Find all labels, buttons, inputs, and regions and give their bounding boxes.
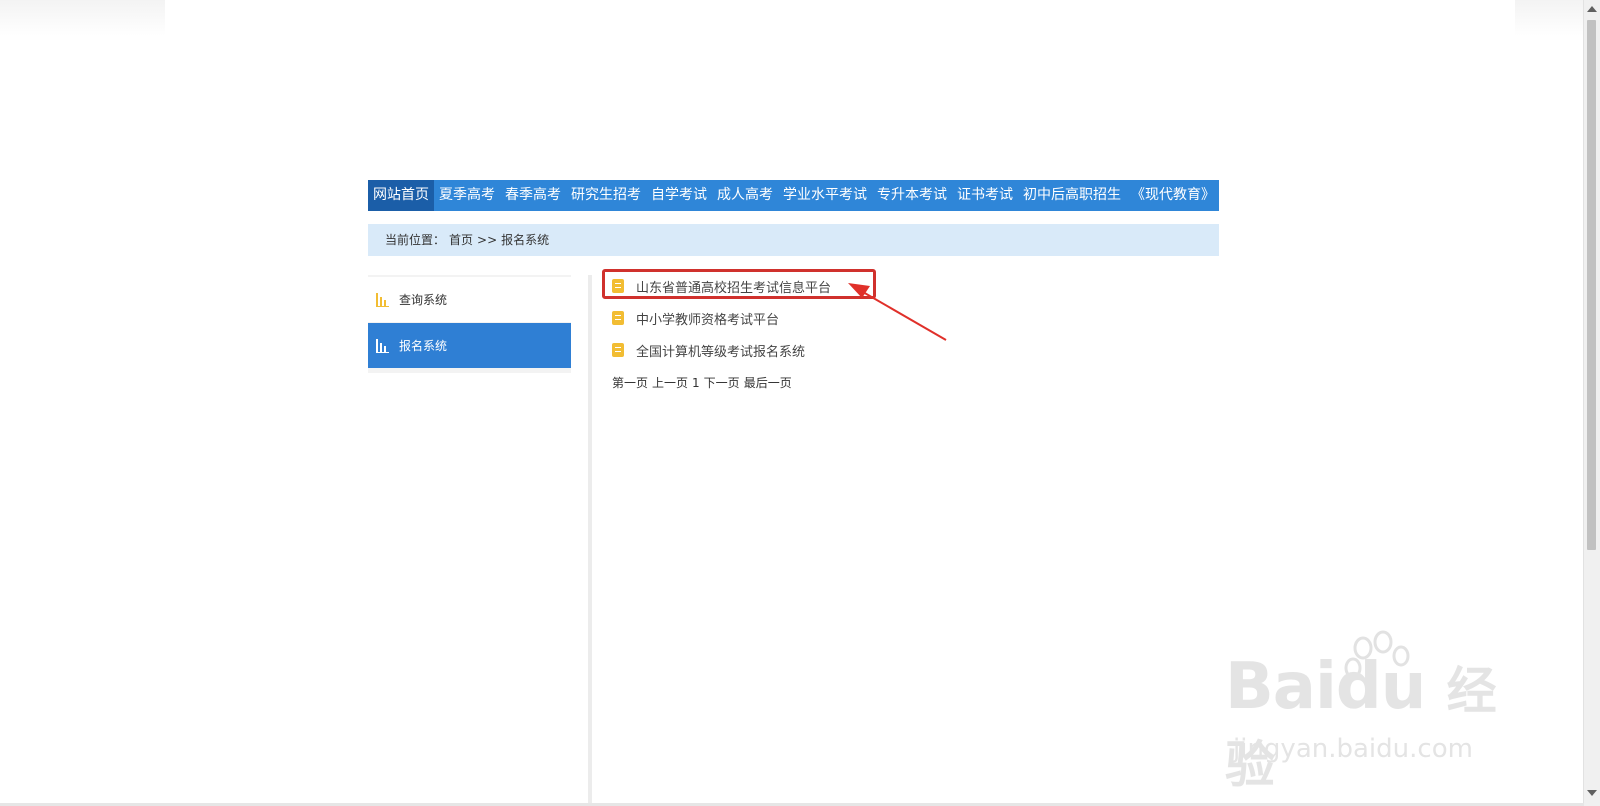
breadcrumb: 当前位置： 首页 >> 报名系统 — [368, 224, 1219, 256]
breadcrumb-current: 报名系统 — [501, 233, 550, 247]
list-item-label: 全国计算机等级考试报名系统 — [636, 344, 806, 360]
sidebar-item-label: 报名系统 — [399, 339, 448, 353]
breadcrumb-home-link[interactable]: 首页 — [449, 233, 473, 247]
pager-last[interactable]: 最后一页 — [744, 373, 792, 393]
baidu-watermark: Baidu 经验 jingyan.baidu.com — [1225, 630, 1525, 794]
pager: 第一页 上一页 1 下一页 最后一页 — [612, 373, 792, 393]
annotation-arrow-icon — [848, 283, 947, 341]
top-band-inner — [165, 0, 1515, 36]
sidebar-item-query-system[interactable]: 查询系统 — [368, 277, 571, 322]
nav-item-self-study-exam[interactable]: 自学考试 — [646, 180, 712, 211]
pager-first[interactable]: 第一页 — [612, 373, 648, 393]
bar-chart-icon — [376, 292, 390, 307]
nav-item-adult-exam[interactable]: 成人高考 — [712, 180, 778, 211]
nav-item-upgrade-exam[interactable]: 专升本考试 — [872, 180, 952, 211]
scroll-up-arrow-icon[interactable] — [1587, 6, 1597, 12]
column-divider — [588, 275, 592, 806]
nav-item-graduate-exam[interactable]: 研究生招考 — [566, 180, 646, 211]
pager-next[interactable]: 下一页 — [704, 373, 740, 393]
main-nav: 网站首页 夏季高考 春季高考 研究生招考 自学考试 成人高考 学业水平考试 专升… — [368, 180, 1219, 211]
pager-current: 1 — [692, 376, 700, 390]
vertical-scrollbar[interactable] — [1583, 0, 1600, 806]
baidu-logo-text: Baidu 经验 — [1225, 650, 1497, 794]
sidebar-item-label: 查询系统 — [399, 293, 448, 307]
baidu-url-text: jingyan.baidu.com — [1233, 734, 1473, 764]
sidebar-item-registration-system[interactable]: 报名系统 — [368, 323, 571, 368]
nav-item-summer-exam[interactable]: 夏季高考 — [434, 180, 500, 211]
breadcrumb-prefix: 当前位置： — [385, 233, 446, 247]
nav-item-proficiency-exam[interactable]: 学业水平考试 — [778, 180, 872, 211]
bar-chart-icon — [376, 338, 390, 353]
highlight-box — [602, 269, 876, 299]
breadcrumb-separator: >> — [477, 233, 498, 247]
nav-item-spring-exam[interactable]: 春季高考 — [500, 180, 566, 211]
nav-item-vocational-enrollment[interactable]: 初中后高职招生 — [1018, 180, 1126, 211]
document-icon — [612, 311, 624, 325]
scroll-down-arrow-icon[interactable] — [1587, 790, 1597, 796]
nav-item-home[interactable]: 网站首页 — [368, 180, 434, 211]
sidebar: 查询系统 报名系统 — [368, 275, 571, 373]
list-item-computer-rank-exam[interactable]: 全国计算机等级考试报名系统 — [612, 340, 805, 360]
nav-item-certificate-exam[interactable]: 证书考试 — [952, 180, 1018, 211]
list-item-teacher-qualification[interactable]: 中小学教师资格考试平台 — [612, 308, 779, 328]
pager-prev[interactable]: 上一页 — [652, 373, 688, 393]
document-icon — [612, 343, 624, 357]
nav-item-modern-education[interactable]: 《现代教育》 — [1126, 180, 1220, 211]
top-band — [0, 0, 1584, 36]
list-item-label: 中小学教师资格考试平台 — [636, 312, 780, 328]
scrollbar-thumb[interactable] — [1587, 20, 1596, 550]
